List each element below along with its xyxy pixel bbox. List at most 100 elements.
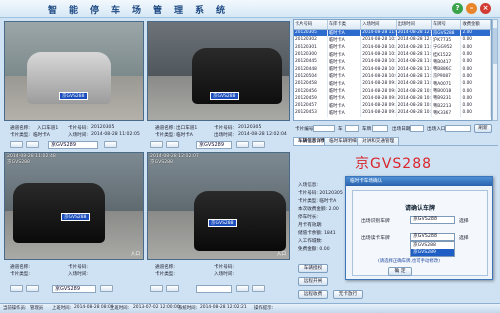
remote-charge-button[interactable]: 远程收费 bbox=[298, 290, 328, 299]
table-cell: 2014-08-28 09:25 bbox=[360, 109, 397, 117]
dialog-ok-button[interactable]: 确 定 bbox=[388, 267, 412, 276]
table-row[interactable]: 20120448临时卡A2014-08-28 10:152014-08-28 1… bbox=[294, 65, 491, 73]
dropdown-option-selected[interactable]: 京GVS289 bbox=[411, 249, 454, 256]
in-time-label: 入场时间: bbox=[68, 133, 88, 138]
close-icon[interactable]: × bbox=[480, 3, 491, 14]
table-cell: 2014-08-28 10:15 bbox=[360, 65, 397, 73]
card-no-label: 卡片号码: bbox=[214, 265, 234, 270]
plate-dropdown-list[interactable]: 京GVS288 京GVS289 bbox=[410, 241, 455, 257]
table-cell: 粤B0417 bbox=[431, 58, 462, 66]
snapshot-button[interactable] bbox=[26, 141, 39, 148]
table-cell: 粤B886C bbox=[431, 65, 462, 73]
column-header[interactable]: 出场时间 bbox=[396, 20, 433, 30]
table-cell: 临时卡A bbox=[327, 65, 362, 73]
search-location-input[interactable] bbox=[445, 125, 471, 132]
table-row[interactable]: 20120457临时卡A2014-08-28 09:332014-08-28 1… bbox=[294, 101, 491, 110]
camera-tool-button[interactable] bbox=[150, 285, 163, 292]
card-no-value: 20120305 bbox=[238, 125, 262, 130]
minimize-icon[interactable]: – bbox=[466, 3, 477, 14]
help-icon[interactable]: ? bbox=[452, 3, 463, 14]
camera-timestamp: 2014-08-28 11:02:48 京GVS288 bbox=[7, 154, 56, 165]
entry-plate-input[interactable]: 京GVS288 bbox=[410, 216, 455, 224]
table-cell: 2014-08-28 10:30 bbox=[360, 50, 397, 59]
plate-input[interactable] bbox=[196, 285, 232, 293]
snapshot-button[interactable] bbox=[26, 285, 39, 292]
tab-intercom[interactable]: 对讲和交通管理 bbox=[357, 137, 400, 145]
confirm-button[interactable] bbox=[236, 141, 249, 148]
remote-gate-button[interactable]: 远程开闸 bbox=[298, 277, 328, 286]
free-pass-button[interactable]: 无卡放行 bbox=[333, 290, 363, 299]
camera-tool-button[interactable] bbox=[10, 141, 23, 148]
license-plate: 京GVS288 bbox=[59, 92, 88, 100]
table-cell: 粤B9231 bbox=[431, 94, 462, 102]
table-cell: 0.00 bbox=[460, 65, 491, 73]
column-header[interactable]: 车牌号 bbox=[431, 20, 462, 30]
table-cell: 临时卡A bbox=[327, 29, 362, 37]
table-cell: 0.00 bbox=[460, 101, 491, 110]
table-row[interactable]: 20120300临时卡A2014-08-28 10:302014-08-28 1… bbox=[294, 50, 491, 59]
table-cell: 临时卡A bbox=[327, 94, 362, 102]
status-operator: 管理员 bbox=[30, 306, 44, 311]
column-header[interactable]: 车库卡类 bbox=[327, 20, 362, 30]
table-cell: 0.00 bbox=[460, 94, 491, 102]
plate-input[interactable]: 京GVS289 bbox=[52, 285, 96, 293]
entry-select-link[interactable]: 选择 bbox=[459, 217, 469, 224]
table-row[interactable]: 20120453临时卡A2014-08-28 09:252014-08-28 1… bbox=[294, 109, 491, 117]
open-gate-button[interactable] bbox=[252, 141, 265, 148]
exit-select-link[interactable]: 选择 bbox=[459, 234, 469, 241]
detail-fee: 本次收费金额: 2.00 bbox=[298, 207, 339, 212]
table-row[interactable]: 20120504临时卡A2014-08-28 10:062014-08-28 1… bbox=[294, 72, 491, 81]
table-row[interactable]: 20120301临时卡A2014-08-28 10:482014-08-28 1… bbox=[294, 43, 491, 51]
column-header[interactable]: 收费金额 bbox=[460, 20, 491, 30]
search-date-input[interactable] bbox=[410, 125, 424, 132]
table-row[interactable]: 20120458临时卡A2014-08-28 09:582014-08-28 1… bbox=[294, 80, 491, 88]
refresh-button[interactable]: 刷新 bbox=[474, 124, 492, 133]
card-no-label: 卡片号码: bbox=[68, 265, 88, 270]
recognized-plate-display: 京GVS288 bbox=[355, 156, 433, 172]
table-cell: 0.00 bbox=[460, 58, 491, 66]
open-gate-button[interactable] bbox=[252, 285, 265, 292]
table-row[interactable]: 20120305临时卡A2014-08-28 11:02:052014-08-2… bbox=[294, 29, 491, 37]
table-cell: 0.00 bbox=[460, 72, 491, 81]
search-location-label: 出场入口 bbox=[427, 127, 446, 132]
vehicle-auth-button[interactable]: 车辆授权 bbox=[298, 264, 328, 273]
search-plate-input[interactable] bbox=[372, 125, 388, 132]
table-row[interactable]: 20120459临时卡A2014-08-28 09:402014-08-28 1… bbox=[294, 94, 491, 102]
detail-card-type: 卡片类型: 临时卡A bbox=[298, 199, 337, 204]
confirm-button[interactable] bbox=[104, 141, 117, 148]
table-scrollbar[interactable] bbox=[492, 19, 498, 121]
camera-tool-button[interactable] bbox=[10, 285, 23, 292]
table-cell: 临时卡A bbox=[327, 50, 362, 59]
camera-timestamp: 2014-08-28 12:02:07 京GVS288 bbox=[150, 154, 199, 165]
column-header[interactable]: 卡片号码 bbox=[294, 20, 328, 30]
camera-view-entry-2: 京GVS288 2014-08-28 11:02:48 京GVS288 入口 bbox=[4, 152, 144, 260]
search-type-select[interactable] bbox=[345, 125, 359, 132]
table-cell: 桂K1522 bbox=[431, 50, 462, 59]
detail-balance: 储值卡余额: 1841 bbox=[298, 231, 336, 236]
table-row[interactable]: 20120302临时卡A2014-08-28 10:552014-08-28 1… bbox=[294, 36, 491, 44]
snapshot-button[interactable] bbox=[166, 141, 179, 148]
table-cell: 京GVS288 bbox=[431, 29, 462, 37]
tab-temp-vehicles[interactable]: 临时车辆明细 bbox=[324, 137, 362, 145]
card-type-label: 卡片类型: bbox=[10, 133, 30, 138]
dialog-hint: (请选择正确车牌,也可手动修改) bbox=[378, 259, 440, 264]
plate-input[interactable]: 京GVS289 bbox=[196, 141, 232, 149]
status-time: 2014-08-28 12:02:21 bbox=[200, 305, 247, 310]
search-card-input[interactable] bbox=[313, 125, 335, 132]
camera-tool-button[interactable] bbox=[150, 141, 163, 148]
license-plate: 京GVS288 bbox=[61, 213, 90, 221]
records-table: 卡片号码 车库卡类 入场时间 出场时间 车牌号 收费金额 20120305 临时卡A 2014… bbox=[293, 19, 492, 121]
table-row[interactable]: 20120456临时卡A2014-08-28 09:462014-08-28 1… bbox=[294, 87, 491, 95]
snapshot-button[interactable] bbox=[166, 285, 179, 292]
status-login: 2013-07-02 12:00:00 bbox=[133, 305, 180, 310]
confirm-button[interactable] bbox=[100, 285, 113, 292]
dropdown-option[interactable]: 京GVS288 bbox=[411, 242, 454, 249]
license-plate: 京GVS288 bbox=[208, 219, 237, 227]
card-type-label: 卡片类型: bbox=[155, 272, 175, 277]
table-row[interactable]: 20120445临时卡A2014-08-28 10:212014-08-28 1… bbox=[294, 58, 491, 66]
table-cell: 宁GG952 bbox=[431, 43, 462, 51]
plate-input[interactable]: 京GVS289 bbox=[48, 141, 98, 149]
confirm-button[interactable] bbox=[236, 285, 249, 292]
column-header[interactable]: 入场时间 bbox=[360, 20, 397, 30]
exit-plate-select[interactable]: 京GVS288 bbox=[410, 233, 455, 241]
